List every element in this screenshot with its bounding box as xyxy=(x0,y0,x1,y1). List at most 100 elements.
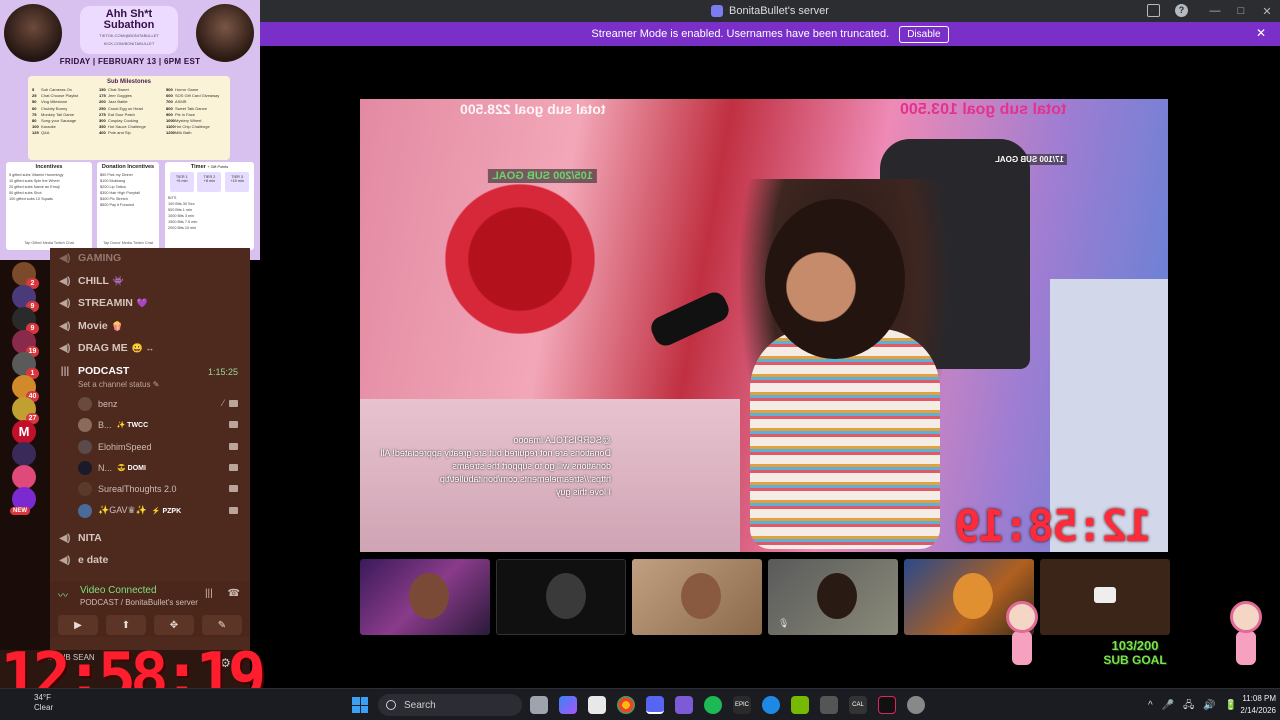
window-title: BonitaBullet's server xyxy=(729,5,829,17)
task-view-icon[interactable] xyxy=(530,696,548,714)
voice-channel[interactable]: ◀) e date xyxy=(58,551,112,569)
avatar xyxy=(78,460,92,475)
app-icon[interactable]: CAL xyxy=(849,696,867,714)
channel-emoji: 😀 ↔ xyxy=(131,342,155,353)
tiktok-icon[interactable] xyxy=(878,696,896,714)
taskbar: 34°F Clear Search EPIC CAL ^ 🎤 🖧 🔊 🔋 11:08 P… xyxy=(0,688,1280,720)
voice-user[interactable]: N... 😎 DOMI xyxy=(78,459,242,477)
avatar xyxy=(78,503,92,518)
poster-handle-tiktok: TIKTOK.COM/@BONITABULLET xyxy=(99,33,159,38)
voice-channel[interactable]: ◀) DRAG ME 😀 ↔ xyxy=(58,339,154,357)
participant-tile[interactable]: 🎙 xyxy=(768,559,898,635)
voice-user-tag: ⚡ PZPK xyxy=(151,507,182,515)
speaker-icon: ◀) xyxy=(59,532,71,544)
voice-user[interactable]: ✨GAV♛✨ ⚡ PZPK xyxy=(78,502,242,520)
voice-channel[interactable]: ||| PODCAST xyxy=(58,362,133,380)
server-icon[interactable]: 19 xyxy=(12,329,39,357)
channel-emoji: 👾 xyxy=(112,275,125,286)
copilot-icon[interactable] xyxy=(559,696,577,714)
voice-user-name: benz xyxy=(98,399,118,409)
voice-user[interactable]: benz ⁄ xyxy=(78,395,242,413)
channel-emoji: 🍿 xyxy=(111,320,123,331)
speaker-icon: ◀) xyxy=(59,252,71,264)
server-icon[interactable]: 1 xyxy=(12,352,39,379)
milestone-row: 125 Q&A xyxy=(32,130,50,136)
voice-user-tag: ✨ TWCC xyxy=(116,422,149,430)
taskbar-clock[interactable]: 11:08 PM 2/14/2026 xyxy=(1226,693,1276,717)
donation-panel: Donation Incentives $50 Pick my Dinner $1… xyxy=(97,162,159,250)
voice-user[interactable]: SurealThoughts 2.0 xyxy=(78,480,242,498)
title-bar: BonitaBullet's server ? — □ ✕ xyxy=(260,0,1280,22)
channel-status[interactable]: Set a channel status ✎ xyxy=(78,380,159,389)
voice-user-name: ✨GAV♛✨ xyxy=(98,505,147,515)
channel-name: e date xyxy=(78,554,109,566)
discord-icon[interactable] xyxy=(646,696,664,714)
soundboard-button[interactable]: ✎ xyxy=(202,615,242,635)
sub-goal-label: SUB GOAL xyxy=(1103,653,1167,667)
channel-name: STREAMIN xyxy=(78,297,133,309)
disable-streamer-mode-button[interactable]: Disable xyxy=(899,25,949,43)
voice-channel[interactable]: ◀) GAMING xyxy=(58,249,125,267)
server-icon[interactable] xyxy=(12,464,36,489)
activities-button[interactable]: ✥ xyxy=(154,615,194,635)
app-icon[interactable] xyxy=(762,696,780,714)
screen-share-button[interactable]: ⬆ xyxy=(106,615,146,635)
participant-tile[interactable] xyxy=(1040,559,1170,635)
weather-widget[interactable]: 34°F Clear xyxy=(34,693,53,713)
nvidia-icon[interactable] xyxy=(791,696,809,714)
app-icon[interactable] xyxy=(820,696,838,714)
channel-name: Movie xyxy=(78,320,108,332)
speaker-icon: ◀) xyxy=(59,297,71,309)
participant-tile[interactable] xyxy=(632,559,762,635)
streamer-mode-message: Streamer Mode is enabled. Usernames have… xyxy=(591,28,890,40)
streamer-photo-left xyxy=(4,4,62,62)
voice-channel[interactable]: ◀) STREAMIN 💜 xyxy=(58,294,148,312)
channel-name: GAMING xyxy=(78,252,122,264)
disconnect-icon[interactable]: ☎ xyxy=(228,588,240,599)
signal-icon[interactable]: 〰 xyxy=(58,587,72,602)
voice-user[interactable]: ElohimSpeed xyxy=(78,438,242,456)
epic-games-icon[interactable]: EPIC xyxy=(733,696,751,714)
podcast-timer: 1:15:25 xyxy=(207,367,238,377)
voice-channel[interactable]: ◀) Movie 🍿 xyxy=(58,317,123,335)
help-icon[interactable]: ? xyxy=(1175,4,1188,17)
server-icon[interactable]: M xyxy=(12,419,36,444)
server-icon[interactable] xyxy=(12,442,36,466)
speaker-icon: ◀) xyxy=(59,554,71,566)
main-stream-video[interactable]: total sub goal 228.500 total sub goal 10… xyxy=(360,99,1168,552)
poster-title: Ahh Sh*t Subathon xyxy=(103,8,155,31)
milestones-title: Sub Milestones xyxy=(106,79,151,85)
app-icon[interactable] xyxy=(907,696,925,714)
milestone-column: 500 Horror Game 600 SOS Gift Card Giveaway 7… xyxy=(166,87,226,137)
noise-suppression-icon[interactable]: ||| xyxy=(205,588,213,599)
server-icon[interactable]: 9 xyxy=(12,307,39,334)
chrome-icon[interactable] xyxy=(617,696,635,714)
milestone-column: 150 Chat Sweet 175 Jeer Goggles 200 Jazz Batt… xyxy=(99,87,159,137)
voice-user[interactable]: B... ✨ TWCC xyxy=(78,416,242,434)
server-icon[interactable]: 9 xyxy=(12,284,39,312)
store-icon[interactable] xyxy=(588,696,606,714)
milestone-row: 400 Pole and Sip xyxy=(99,130,131,136)
voice-channel[interactable]: ◀) CHILL 👾 xyxy=(58,272,124,290)
spotify-icon[interactable] xyxy=(704,696,722,714)
voice-channel[interactable]: ◀) NITA xyxy=(58,529,106,547)
server-rail: 2 9 9 19 1 40 27 M NEW xyxy=(0,260,50,660)
server-icon[interactable]: 27 xyxy=(12,397,39,424)
game-icon[interactable] xyxy=(675,696,693,714)
start-button[interactable] xyxy=(352,697,368,713)
search-box[interactable]: Search xyxy=(378,694,522,716)
server-icon[interactable]: 2 xyxy=(12,262,39,289)
heart-decor xyxy=(420,169,620,349)
inbox-icon[interactable] xyxy=(1147,4,1160,17)
avatar xyxy=(78,482,92,497)
timer-panel: Timer + Gift Points TIER 1 +5 min TIER 2 +8… xyxy=(165,162,254,250)
server-icon[interactable]: 40 xyxy=(12,374,39,402)
close-banner-icon[interactable]: ✕ xyxy=(1256,26,1266,40)
close-button[interactable]: ✕ xyxy=(1254,0,1280,22)
camera-button[interactable]: ▶ xyxy=(58,615,98,635)
maximize-button[interactable]: □ xyxy=(1228,0,1254,22)
incentives-title: Incentives xyxy=(35,164,63,170)
participant-tile[interactable] xyxy=(496,559,626,635)
participant-tile[interactable] xyxy=(360,559,490,635)
minimize-button[interactable]: — xyxy=(1202,0,1228,22)
